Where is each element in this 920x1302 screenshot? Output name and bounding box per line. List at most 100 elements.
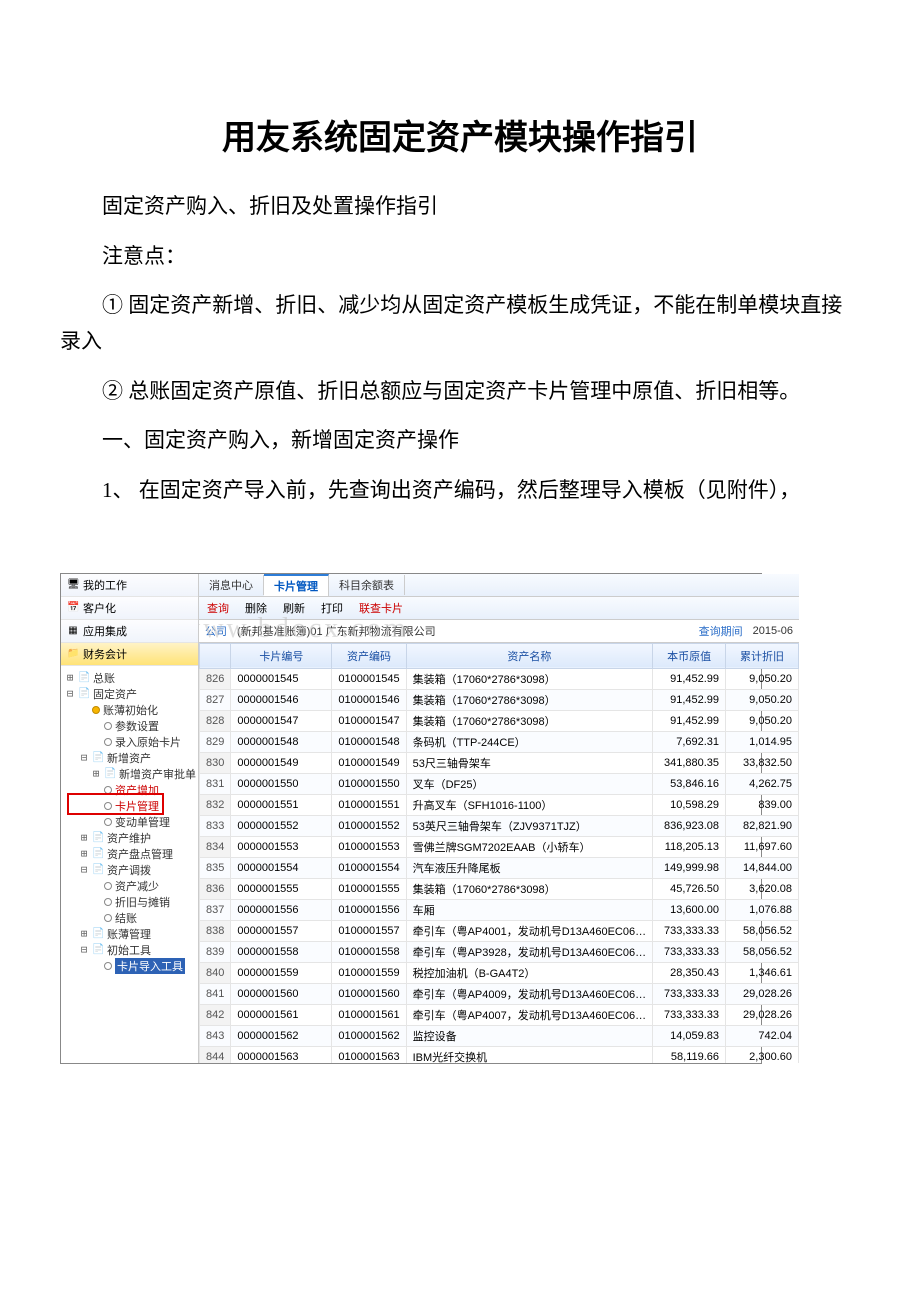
- tab-msg-center[interactable]: 消息中心: [199, 575, 264, 595]
- cell-acc-dep: 29,028.26: [726, 1004, 799, 1025]
- cell-acc-dep: 2,300.60: [726, 1046, 799, 1063]
- table-row[interactable]: 83200000015510100001551升高叉车（SFH1016-1100…: [200, 794, 799, 815]
- sidebar-financial-accounting[interactable]: 📁 财务会计: [61, 643, 198, 666]
- doc-subtitle: 固定资产购入、折旧及处置操作指引: [60, 189, 860, 225]
- tree-asset-check[interactable]: ⊞📄资产盘点管理: [65, 846, 196, 862]
- tree-import-orig[interactable]: 录入原始卡片: [65, 734, 196, 750]
- tree-init-tool[interactable]: ⊟📄初始工具: [65, 942, 196, 958]
- cell-asset-name: 牵引车（粤AP3928，发动机号D13A460EC06…: [406, 941, 653, 962]
- cell-acc-dep: 29,028.26: [726, 983, 799, 1004]
- tree-change-order[interactable]: 变动单管理: [65, 814, 196, 830]
- tree-new-asset-audit[interactable]: ⊞📄新增资产审批单: [65, 766, 196, 782]
- tree-card-mgmt[interactable]: 卡片管理: [65, 798, 196, 814]
- tree-card-import[interactable]: 卡片导入工具: [65, 958, 196, 974]
- table-row[interactable]: 84200000015610100001561牵引车（粤AP4007，发动机号D…: [200, 1004, 799, 1025]
- cell-asset-code: 0100001559: [332, 962, 406, 983]
- cell-idx: 826: [200, 668, 231, 689]
- cell-asset-name: 升高叉车（SFH1016-1100）: [406, 794, 653, 815]
- table-row[interactable]: 83500000015540100001554汽车液压升降尾板149,999.9…: [200, 857, 799, 878]
- print-button[interactable]: 打印: [313, 598, 351, 618]
- doc-title: 用友系统固定资产模块操作指引: [60, 110, 860, 159]
- toolbar: 查询 删除 刷新 打印 联查卡片: [199, 597, 799, 620]
- col-asset-name[interactable]: 资产名称: [406, 643, 653, 668]
- cell-asset-code: 0100001554: [332, 857, 406, 878]
- sidebar-label: 我的工作: [83, 577, 127, 593]
- table-row[interactable]: 82700000015460100001546集装箱（17060*2786*30…: [200, 689, 799, 710]
- table-row[interactable]: 83800000015570100001557牵引车（粤AP4001，发动机号D…: [200, 920, 799, 941]
- cell-card-no: 0000001556: [231, 899, 332, 920]
- col-orig-value[interactable]: 本币原值: [653, 643, 726, 668]
- sidebar-app-integration[interactable]: ▦ 应用集成: [61, 620, 198, 643]
- cell-asset-code: 0100001546: [332, 689, 406, 710]
- filter-bar: 公司 (新邦基准账簿)01 广东新邦物流有限公司 查询期间 2015-06: [199, 620, 799, 643]
- cell-acc-dep: 58,056.52: [726, 920, 799, 941]
- cell-card-no: 0000001560: [231, 983, 332, 1004]
- table-row[interactable]: 8330000001552010000155253英尺三轴骨架车（ZJV9371…: [200, 815, 799, 836]
- cell-orig-value: 733,333.33: [653, 1004, 726, 1025]
- cell-asset-code: 0100001562: [332, 1025, 406, 1046]
- col-idx[interactable]: [200, 643, 231, 668]
- tree-param-set[interactable]: 参数设置: [65, 718, 196, 734]
- cell-asset-name: 牵引车（粤AP4001，发动机号D13A460EC06…: [406, 920, 653, 941]
- cell-idx: 843: [200, 1025, 231, 1046]
- grid-icon: ▦: [67, 625, 79, 637]
- tree-fixed-assets[interactable]: ⊟📄固定资产: [65, 686, 196, 702]
- cell-orig-value: 91,452.99: [653, 668, 726, 689]
- sidebar-my-work[interactable]: 🖥 我的工作: [61, 574, 198, 597]
- col-asset-code[interactable]: 资产编码: [332, 643, 406, 668]
- table-row[interactable]: 84000000015590100001559税控加油机（B-GA4T2）28,…: [200, 962, 799, 983]
- tree-asset-maint[interactable]: ⊞📄资产维护: [65, 830, 196, 846]
- link-card-button[interactable]: 联查卡片: [351, 598, 411, 618]
- table-row[interactable]: 83100000015500100001550叉车（DF25）53,846.16…: [200, 773, 799, 794]
- cell-card-no: 0000001552: [231, 815, 332, 836]
- company-value[interactable]: (新邦基准账簿)01 广东新邦物流有限公司: [237, 623, 436, 639]
- period-value[interactable]: 2015-06: [753, 625, 793, 637]
- tree-close[interactable]: 结账: [65, 910, 196, 926]
- delete-button[interactable]: 删除: [237, 598, 275, 618]
- cell-asset-code: 0100001560: [332, 983, 406, 1004]
- folder-icon: 📁: [67, 648, 79, 660]
- tree-new-asset[interactable]: ⊟📄新增资产: [65, 750, 196, 766]
- tree-book-init[interactable]: 账薄初始化: [65, 702, 196, 718]
- tree-general-ledger[interactable]: ⊞📄总账: [65, 670, 196, 686]
- tree-asset-reduce[interactable]: 资产减少: [65, 878, 196, 894]
- table-row[interactable]: 83700000015560100001556车厢13,600.001,076.…: [200, 899, 799, 920]
- refresh-button[interactable]: 刷新: [275, 598, 313, 618]
- cell-orig-value: 91,452.99: [653, 710, 726, 731]
- data-grid[interactable]: 卡片编号 资产编码 资产名称 本币原值 累计折旧 826000000154501…: [199, 643, 799, 1063]
- cell-orig-value: 7,692.31: [653, 731, 726, 752]
- tree-asset-adjust[interactable]: ⊟📄资产调拨: [65, 862, 196, 878]
- tree-dep-write-off[interactable]: 折旧与摊销: [65, 894, 196, 910]
- cell-asset-name: 53英尺三轴骨架车（ZJV9371TJZ）: [406, 815, 653, 836]
- table-row[interactable]: 82600000015450100001545集装箱（17060*2786*30…: [200, 668, 799, 689]
- cell-orig-value: 28,350.43: [653, 962, 726, 983]
- cell-card-no: 0000001551: [231, 794, 332, 815]
- table-row[interactable]: 83400000015530100001553雪佛兰牌SGM7202EAAB（小…: [200, 836, 799, 857]
- table-row[interactable]: 8300000001549010000154953尺三轴骨架车341,880.3…: [200, 752, 799, 773]
- tab-subject-balance[interactable]: 科目余额表: [329, 575, 405, 595]
- table-row[interactable]: 84400000015630100001563IBM光纤交换机58,119.66…: [200, 1046, 799, 1063]
- tree-asset-add[interactable]: 资产增加: [65, 782, 196, 798]
- cell-idx: 829: [200, 731, 231, 752]
- cell-acc-dep: 11,697.60: [726, 836, 799, 857]
- col-card-no[interactable]: 卡片编号: [231, 643, 332, 668]
- table-row[interactable]: 83600000015550100001555集装箱（17060*2786*30…: [200, 878, 799, 899]
- sidebar-customize[interactable]: 📅 客户化: [61, 597, 198, 620]
- tab-card-mgmt[interactable]: 卡片管理: [264, 574, 329, 596]
- cell-card-no: 0000001559: [231, 962, 332, 983]
- cell-idx: 839: [200, 941, 231, 962]
- period-label: 查询期间: [699, 623, 743, 639]
- table-row[interactable]: 83900000015580100001558牵引车（粤AP3928，发动机号D…: [200, 941, 799, 962]
- col-acc-dep[interactable]: 累计折旧: [726, 643, 799, 668]
- query-button[interactable]: 查询: [199, 598, 237, 618]
- tree-book-mgmt[interactable]: ⊞📄账薄管理: [65, 926, 196, 942]
- cell-card-no: 0000001554: [231, 857, 332, 878]
- table-row[interactable]: 84300000015620100001562监控设备14,059.83742.…: [200, 1025, 799, 1046]
- cell-asset-name: 集装箱（17060*2786*3098）: [406, 878, 653, 899]
- table-row[interactable]: 82800000015470100001547集装箱（17060*2786*30…: [200, 710, 799, 731]
- cell-card-no: 0000001545: [231, 668, 332, 689]
- cell-asset-name: 税控加油机（B-GA4T2）: [406, 962, 653, 983]
- table-row[interactable]: 84100000015600100001560牵引车（粤AP4009，发动机号D…: [200, 983, 799, 1004]
- table-row[interactable]: 82900000015480100001548条码机（TTP-244CE）7,6…: [200, 731, 799, 752]
- cell-idx: 842: [200, 1004, 231, 1025]
